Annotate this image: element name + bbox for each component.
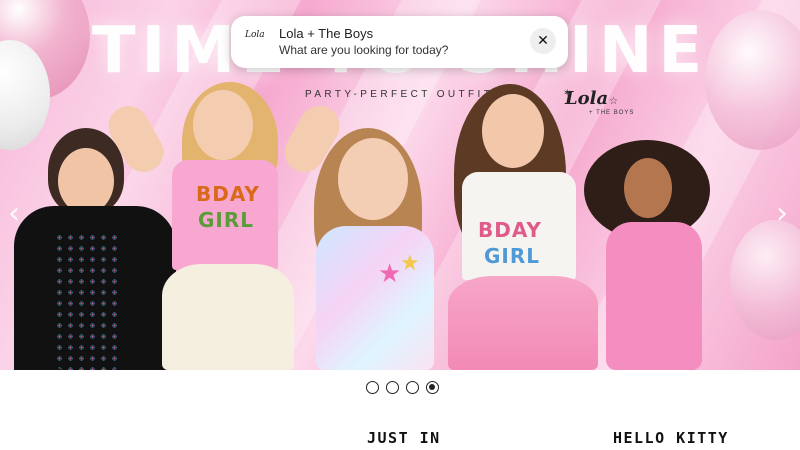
carousel-dot-2[interactable] (386, 381, 399, 394)
brand-logo-small: Lola (245, 30, 265, 40)
balloon-decoration (730, 220, 800, 340)
carousel-next-button[interactable]: › (776, 196, 788, 231)
hero-subline: PARTY-PERFECT OUTFITS (305, 89, 504, 100)
shirt-text: BDAY (478, 218, 542, 242)
brand-logo: Lola (565, 88, 609, 109)
carousel-dot-4[interactable] (426, 381, 439, 394)
popup-title: Lola + The Boys (279, 26, 374, 41)
search-prompt-popup[interactable]: Lola Lola + The Boys What are you lookin… (231, 16, 568, 68)
carousel-indicators (366, 381, 439, 395)
carousel-prev-button[interactable]: ‹ (8, 196, 20, 231)
carousel-dot-1[interactable] (366, 381, 379, 394)
star-icon: ★ (378, 258, 402, 288)
popup-subtitle[interactable]: What are you looking for today? (279, 43, 448, 57)
close-icon[interactable]: ✕ (530, 28, 556, 54)
star-icon: ★ (400, 250, 420, 275)
star-icon: ☆ (609, 96, 618, 107)
carousel-dot-3[interactable] (406, 381, 419, 394)
shirt-text: BDAY (196, 182, 260, 206)
star-icon: ✶ (563, 88, 572, 99)
brand-logo-sub: + THE BOYS (589, 110, 635, 116)
shirt-text: GIRL (198, 208, 255, 232)
section-title-just-in[interactable]: JUST IN (367, 429, 441, 447)
section-title-hello-kitty[interactable]: HELLO KITTY (613, 429, 729, 447)
shirt-text: GIRL (484, 244, 541, 268)
page: TIME TO SHINE PARTY-PERFECT OUTFITS Lola… (0, 0, 800, 450)
